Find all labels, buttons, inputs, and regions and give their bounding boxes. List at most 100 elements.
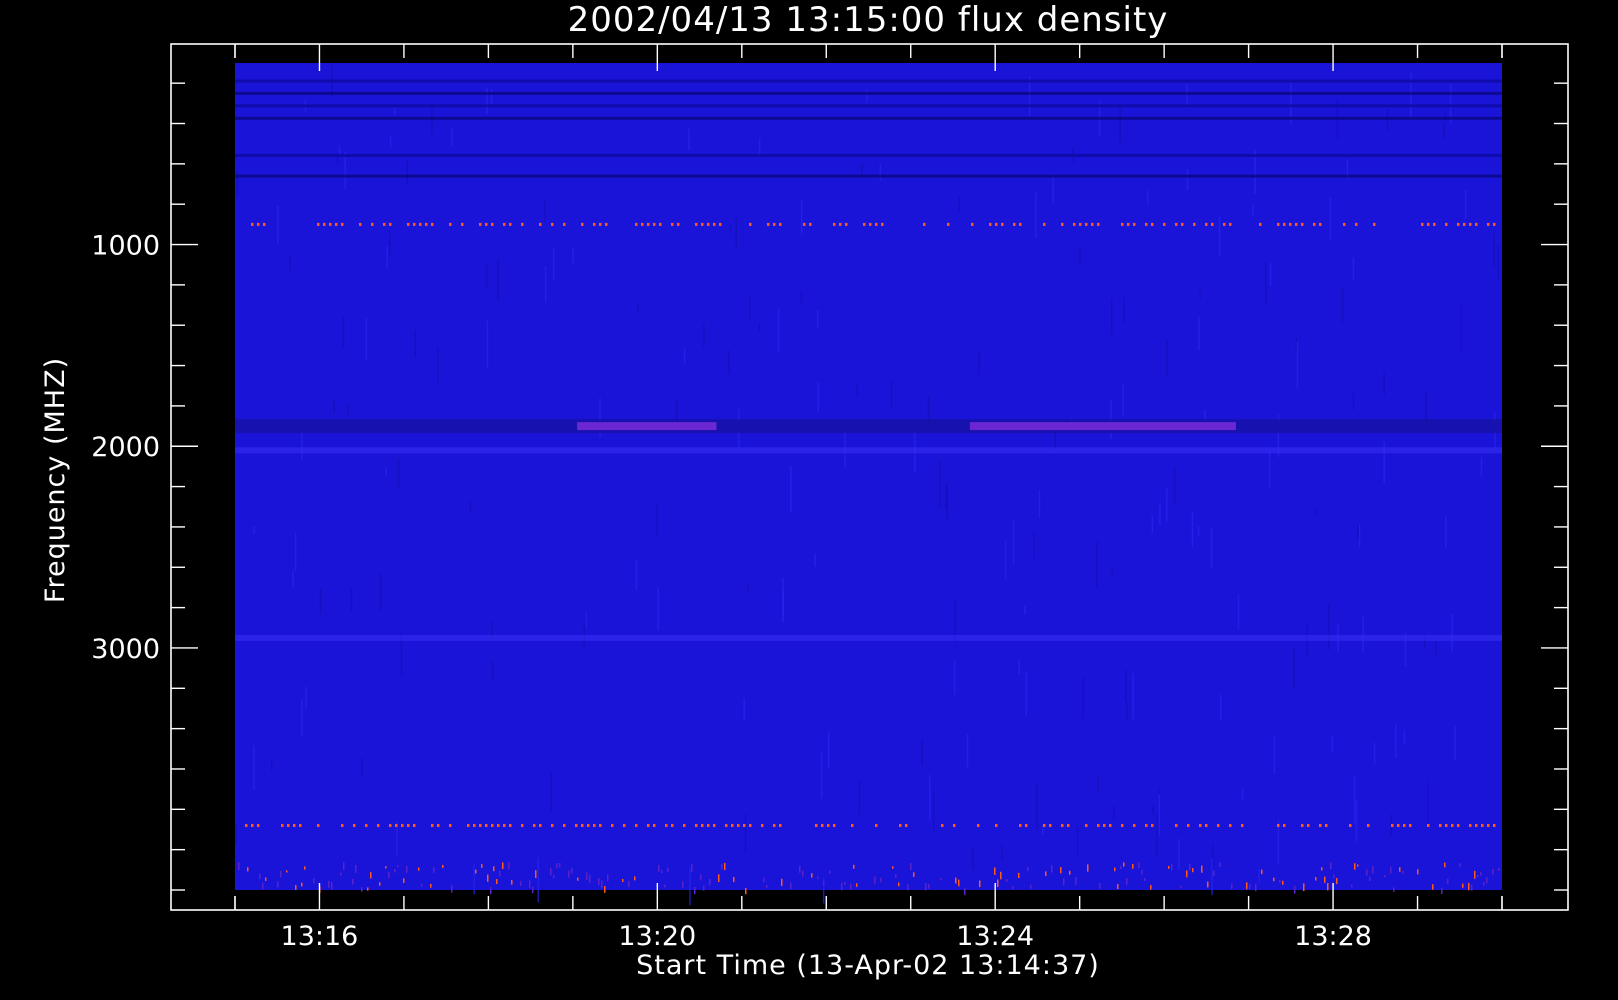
heatmap-streak <box>1353 775 1356 824</box>
heatmap-feature-dot <box>539 222 542 226</box>
heatmap-feature-dot <box>977 824 980 827</box>
heatmap-streak <box>1296 341 1299 389</box>
heatmap-noise <box>403 878 405 883</box>
heatmap-feature-dot <box>833 824 836 827</box>
heatmap-noise <box>1366 869 1368 876</box>
heatmap-streak <box>933 789 935 832</box>
heatmap-noise <box>1384 875 1386 878</box>
heatmap-streak <box>966 734 969 768</box>
heatmap-streak <box>814 553 816 567</box>
heatmap-feature-dot <box>599 824 602 827</box>
heatmap-noise <box>1351 884 1353 888</box>
heatmap-noise <box>1126 877 1128 885</box>
heatmap-feature-dot <box>647 824 650 827</box>
heatmap-feature-dot <box>389 824 392 827</box>
heatmap-noise <box>703 885 705 891</box>
heatmap-noise <box>925 883 927 891</box>
heatmap-streak <box>683 348 686 364</box>
heatmap-streak <box>437 347 439 384</box>
heatmap-noise <box>724 862 726 871</box>
heatmap-feature-dot <box>995 222 998 226</box>
heatmap-noise <box>502 862 504 869</box>
heatmap-streak <box>1198 316 1200 350</box>
heatmap-streak <box>1151 515 1154 533</box>
heatmap-streak <box>469 501 472 514</box>
heatmap-feature-dot <box>773 222 776 226</box>
heatmap-noise <box>1063 878 1065 886</box>
heatmap-dark-band <box>235 116 1502 120</box>
heatmap-streak <box>270 758 273 771</box>
heatmap-feature-dot <box>707 222 710 226</box>
heatmap-streak <box>790 465 792 513</box>
heatmap-noise <box>1447 878 1449 884</box>
heatmap-feature-dot <box>713 222 716 226</box>
heatmap-feature-dot <box>1151 222 1154 226</box>
heatmap-feature-dot <box>1109 824 1112 827</box>
heatmap-streak <box>748 297 751 321</box>
heatmap-noise <box>295 885 297 890</box>
heatmap-feature-dot <box>1121 222 1124 226</box>
heatmap-noise <box>490 886 492 895</box>
heatmap-feature-dot <box>1289 222 1292 226</box>
heatmap-noise <box>481 864 483 868</box>
heatmap-noise <box>1336 878 1338 884</box>
heatmap-noise <box>856 883 858 887</box>
heatmap-noise <box>247 867 249 872</box>
heatmap-feature-dot <box>371 222 374 226</box>
heatmap-streak <box>1178 839 1180 870</box>
heatmap-streak <box>1342 286 1344 323</box>
heatmap-noise <box>430 883 432 888</box>
heatmap-noise <box>910 863 912 871</box>
heatmap-streak <box>1097 776 1099 792</box>
heatmap-noise <box>1219 862 1221 867</box>
heatmap-noise <box>1483 882 1485 886</box>
heatmap-streak <box>1237 594 1240 630</box>
heatmap-noise <box>421 883 423 887</box>
heatmap-dark-band <box>235 174 1502 178</box>
heatmap-feature-dot <box>1493 222 1496 226</box>
heatmap-streak <box>929 774 931 820</box>
heatmap-feature-dot <box>881 222 884 226</box>
heatmap-noise <box>1027 866 1029 871</box>
heatmap-streak <box>1197 526 1200 536</box>
heatmap-noise <box>1207 881 1209 888</box>
heatmap-feature-dot <box>1463 222 1466 226</box>
heatmap-feature-dot <box>1223 222 1226 226</box>
heatmap-feature-dot <box>323 222 326 226</box>
heatmap-feature-dot <box>563 824 566 827</box>
heatmap-streak <box>1079 246 1081 266</box>
heatmap-feature-dot <box>479 824 482 827</box>
heatmap-streak <box>301 429 303 461</box>
heatmap-streak <box>1352 257 1355 281</box>
heatmap-streak <box>1358 525 1361 548</box>
heatmap-feature-dot <box>593 222 596 226</box>
heatmap-streak <box>1443 123 1445 139</box>
heatmap-feature-dot <box>359 222 362 226</box>
heatmap-streak <box>1269 263 1272 287</box>
heatmap-feature-dot <box>497 824 500 827</box>
heatmap-feature-dot <box>671 824 674 827</box>
heatmap-streak <box>1454 725 1456 760</box>
heatmap-noise <box>571 867 573 874</box>
heatmap-noise <box>379 882 381 886</box>
heatmap-noise <box>1480 871 1482 876</box>
heatmap-feature-dot <box>695 222 698 226</box>
heatmap-feature-dot <box>1097 222 1100 226</box>
heatmap-feature-dot <box>1301 824 1304 827</box>
heatmap-feature-dot <box>407 222 410 226</box>
heatmap-feature-dot <box>737 824 740 827</box>
heatmap-feature-dot <box>593 824 596 827</box>
heatmap-noise <box>355 865 357 873</box>
heatmap-feature-dot <box>641 222 644 226</box>
heatmap-noise <box>928 883 930 889</box>
heatmap-noise <box>1030 884 1032 889</box>
x-tick-label: 13:16 <box>281 921 359 952</box>
heatmap-streak <box>1199 290 1201 300</box>
heatmap-streak <box>253 526 255 535</box>
heatmap-feature-dot <box>383 222 386 226</box>
heatmap-noise <box>1444 862 1446 868</box>
heatmap-noise <box>604 886 606 893</box>
heatmap-streak <box>729 224 731 233</box>
heatmap-feature-dot <box>1211 222 1214 226</box>
heatmap-feature-dot <box>779 222 782 226</box>
